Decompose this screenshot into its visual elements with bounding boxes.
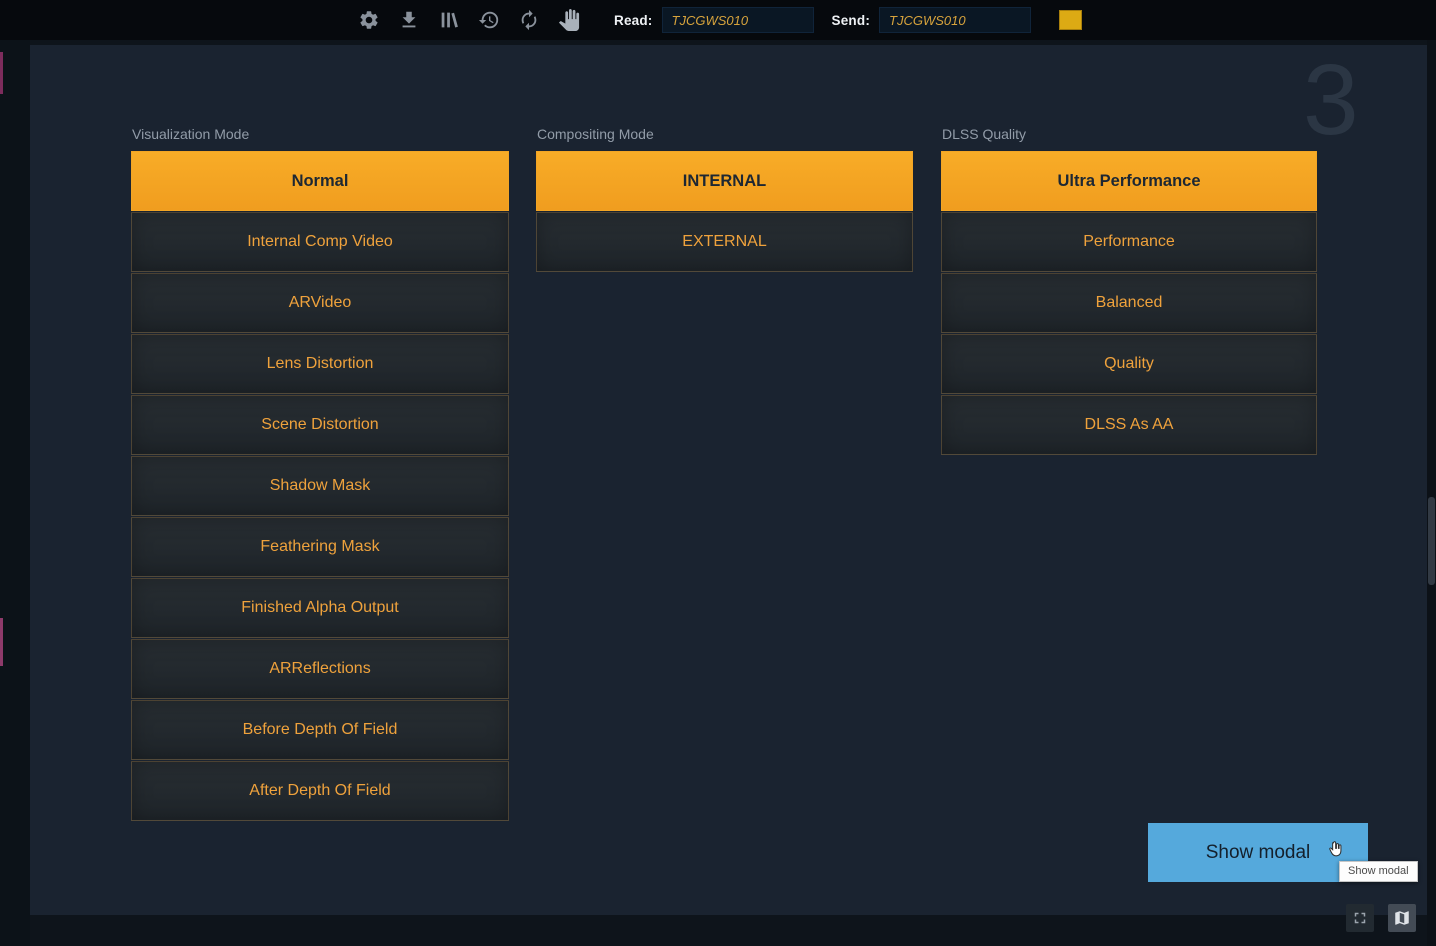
option-before-depth-of-field[interactable]: Before Depth Of Field [131, 700, 509, 760]
option-lens-distortion[interactable]: Lens Distortion [131, 334, 509, 394]
send-label: Send: [832, 13, 871, 28]
read-label: Read: [614, 13, 653, 28]
option-after-depth-of-field[interactable]: After Depth Of Field [131, 761, 509, 821]
settings-icon[interactable] [358, 9, 380, 31]
option-internal-comp-video[interactable]: Internal Comp Video [131, 212, 509, 272]
column-compositing-mode: Compositing Mode INTERNALEXTERNAL [536, 125, 913, 273]
column-label-compositing-mode: Compositing Mode [536, 125, 913, 143]
option-performance[interactable]: Performance [941, 212, 1317, 272]
color-swatch[interactable] [1059, 10, 1082, 30]
pan-hand-icon[interactable] [558, 9, 580, 31]
top-toolbar: Read: Send: [0, 0, 1436, 40]
left-margin-strip [0, 40, 30, 946]
read-group: Read: [614, 7, 814, 33]
option-finished-alpha-output[interactable]: Finished Alpha Output [131, 578, 509, 638]
toolbar-icon-group [358, 9, 580, 31]
fullscreen-icon [1351, 909, 1369, 927]
fullscreen-button[interactable] [1346, 904, 1374, 932]
map-button[interactable] [1388, 904, 1416, 932]
option-arvideo[interactable]: ARVideo [131, 273, 509, 333]
option-balanced[interactable]: Balanced [941, 273, 1317, 333]
refresh-icon[interactable] [518, 9, 540, 31]
option-quality[interactable]: Quality [941, 334, 1317, 394]
scrollbar-thumb[interactable] [1428, 497, 1435, 585]
option-internal[interactable]: INTERNAL [536, 151, 913, 211]
left-edge-artifact [0, 52, 3, 94]
column-label-visualization-mode: Visualization Mode [131, 125, 509, 143]
right-margin-strip [1427, 40, 1436, 946]
option-external[interactable]: EXTERNAL [536, 212, 913, 272]
map-icon [1393, 909, 1411, 927]
option-arreflections[interactable]: ARReflections [131, 639, 509, 699]
column-dlss-quality: DLSS Quality Ultra PerformancePerformance… [941, 125, 1317, 456]
option-shadow-mask[interactable]: Shadow Mask [131, 456, 509, 516]
option-ultra-performance[interactable]: Ultra Performance [941, 151, 1317, 211]
option-feathering-mask[interactable]: Feathering Mask [131, 517, 509, 577]
column-visualization-mode: Visualization Mode NormalInternal Comp Vi… [131, 125, 509, 822]
download-icon[interactable] [398, 9, 420, 31]
option-scene-distortion[interactable]: Scene Distortion [131, 395, 509, 455]
left-edge-artifact [0, 618, 3, 666]
send-input[interactable] [879, 7, 1031, 33]
mouse-cursor-icon [1326, 840, 1346, 864]
show-modal-tooltip: Show modal [1339, 861, 1418, 882]
history-icon[interactable] [478, 9, 500, 31]
column-label-dlss-quality: DLSS Quality [941, 125, 1317, 143]
send-group: Send: [832, 7, 1032, 33]
option-dlss-as-aa[interactable]: DLSS As AA [941, 395, 1317, 455]
library-icon[interactable] [438, 9, 460, 31]
read-input[interactable] [662, 7, 814, 33]
option-normal[interactable]: Normal [131, 151, 509, 211]
